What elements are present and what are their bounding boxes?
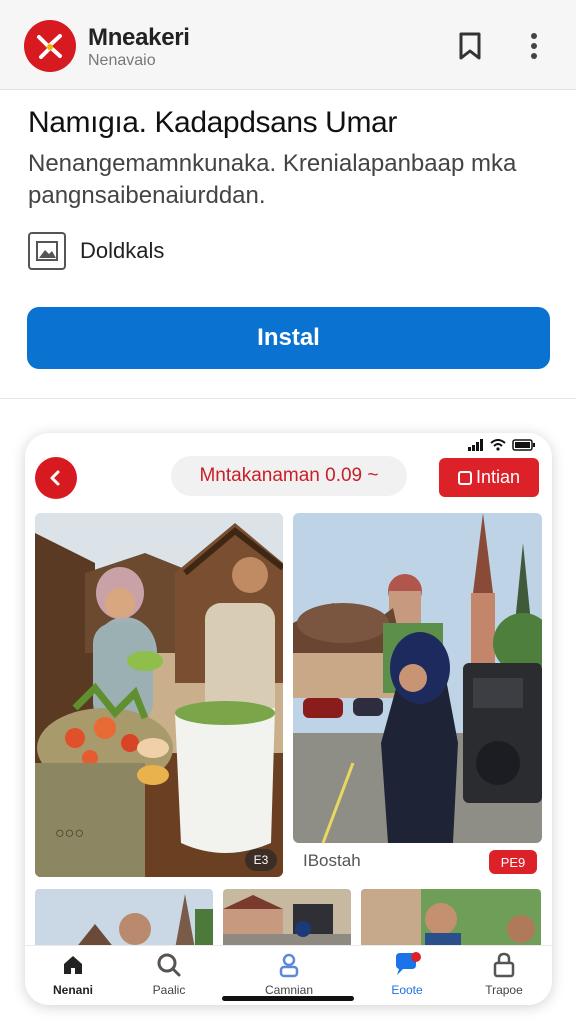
nav-item-chat[interactable]: Eoote [359, 946, 455, 1005]
search-icon [154, 950, 184, 980]
nav-label-profile: Camnian [264, 983, 314, 997]
thumbnail-3[interactable] [361, 889, 541, 949]
developer-row[interactable]: Doldkals [28, 232, 164, 270]
chevron-left-icon [50, 470, 60, 486]
battery-icon [512, 439, 535, 451]
nav-label-chat: Eoote [391, 983, 423, 997]
app-description: Nenangemamnkunaka. Krenialapanbaap mka p… [28, 150, 517, 209]
wifi-icon [490, 439, 506, 451]
thumbnail-2-photo [223, 889, 351, 949]
duration-badge: E3 [245, 849, 277, 871]
logo-mark-icon [37, 34, 62, 59]
more-vert-icon[interactable] [516, 28, 552, 64]
app-store-page: Mneakeri Nenavaio Namıgıa. Kadapdsans Um… [0, 0, 576, 1024]
screenshot-preview[interactable]: Mntakanaman 0.09 ~ Intian ○○○ E3 IBostah… [25, 433, 552, 1005]
nav-label-search: Paalic [152, 983, 186, 997]
nav-item-home[interactable]: Nenani [25, 946, 121, 1005]
lock-icon [489, 950, 519, 980]
search-pill[interactable]: Mntakanaman 0.09 ~ [171, 456, 407, 496]
market-photo: ○○○ [35, 513, 283, 877]
install-button[interactable]: Instal [27, 307, 550, 369]
street-photo-tile[interactable] [293, 513, 542, 843]
home-indicator [222, 996, 354, 1001]
signal-icon [468, 439, 483, 451]
price-badge: PE9 [489, 850, 537, 874]
section-divider [0, 398, 576, 399]
app-subtitle: Nenavaio [88, 52, 156, 69]
nav-item-lock[interactable]: Trapoe [456, 946, 552, 1005]
nav-label-home: Nenani [52, 983, 93, 997]
market-photo-tile[interactable]: ○○○ [35, 513, 283, 877]
action-button-label: Intian [475, 467, 521, 487]
developer-name: Doldkals [80, 238, 165, 263]
chat-icon [392, 950, 422, 980]
developer-image-icon [28, 232, 66, 270]
ticket-icon [457, 470, 472, 485]
app-logo [24, 20, 76, 72]
street-photo [293, 513, 542, 843]
bookmark-icon[interactable] [452, 28, 488, 64]
action-button[interactable]: Intian [439, 458, 539, 497]
thumbnail-1[interactable] [35, 889, 213, 949]
app-title: Namıgıa. Kadapdsans Umar [28, 106, 397, 139]
tile-caption: IBostah [303, 851, 361, 870]
thumbnail-3-photo [361, 889, 541, 949]
app-name: Mneakeri [88, 24, 190, 51]
person-icon [274, 950, 304, 980]
top-app-bar: Mneakeri Nenavaio [0, 0, 576, 90]
nav-item-search[interactable]: Paalic [121, 946, 217, 1005]
svg-text:○○○: ○○○ [55, 825, 84, 842]
back-button[interactable] [35, 457, 77, 499]
thumbnail-1-photo [35, 889, 213, 949]
thumbnail-2[interactable] [223, 889, 351, 949]
nav-label-lock: Trapoe [485, 983, 523, 997]
home-icon [58, 950, 88, 980]
status-bar [468, 437, 536, 453]
